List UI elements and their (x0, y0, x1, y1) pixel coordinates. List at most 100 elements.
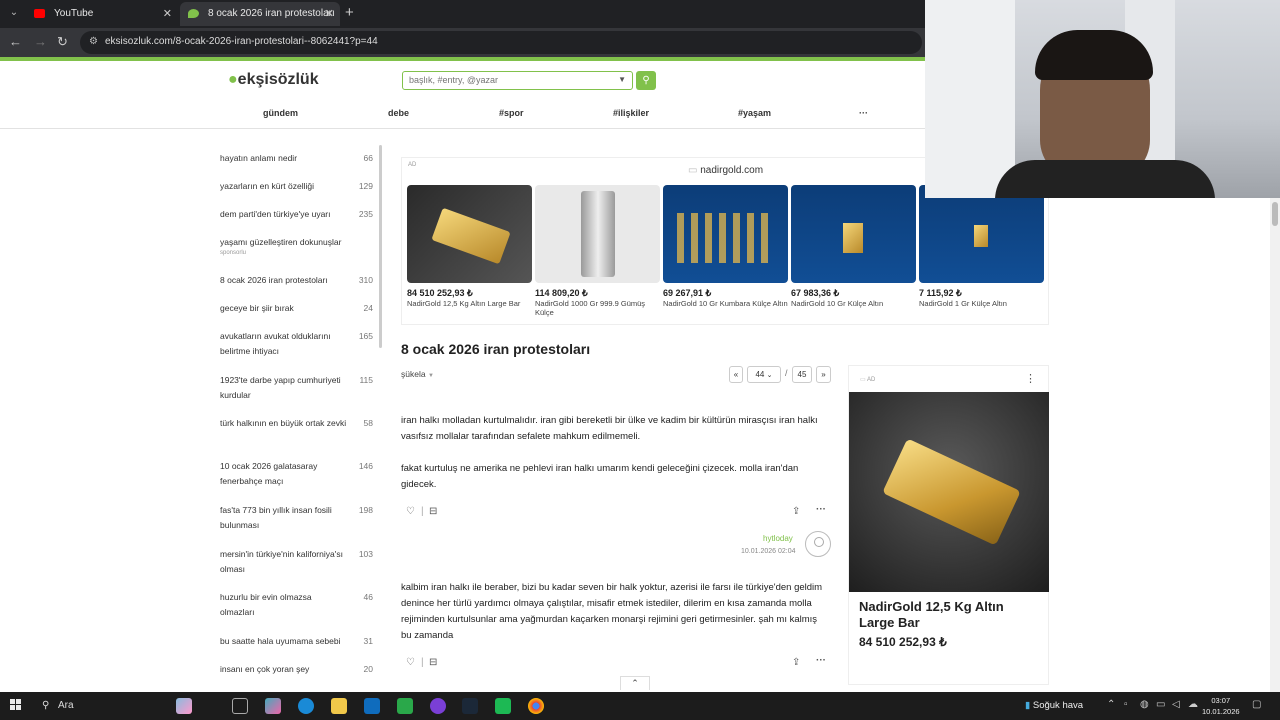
sidebar-item[interactable]: 8 ocak 2026 iran protestoları 310 (220, 273, 375, 288)
product-card[interactable]: 7 115,92 ₺ NadirGold 1 Gr Külçe Altın (919, 185, 1044, 308)
nav-gundem[interactable]: gündem (263, 108, 298, 118)
sidebar-item[interactable]: geceye bir şiir bırak 24 (220, 301, 375, 316)
more-vertical-icon[interactable]: ⋮ (1025, 372, 1036, 385)
search-button[interactable]: ⚲ (636, 71, 656, 90)
copilot-sparkle-icon[interactable] (176, 698, 192, 714)
sidebar-item-title: bu saatte hala uyumama sebebi (220, 636, 341, 646)
caret-down-icon[interactable]: ▼ (618, 75, 626, 84)
sidebar-item[interactable]: bu saatte hala uyumama sebebi 31 (220, 634, 375, 649)
sidebar-item[interactable]: avukatların avukat olduklarını belirtme … (220, 329, 375, 359)
tab-youtube[interactable]: YouTube ✕ (26, 2, 178, 26)
network-icon[interactable]: ◍ (1140, 699, 1149, 710)
sidebar-item[interactable]: 1923'te darbe yapıp cumhuriyeti kurdular… (220, 373, 375, 403)
discord-icon[interactable] (430, 698, 446, 714)
product-card[interactable]: 114 809,20 ₺ NadirGold 1000 Gr 999.9 Güm… (535, 185, 660, 317)
notification-icon[interactable]: ▢ (1252, 699, 1261, 710)
more-options-icon[interactable]: ··· (816, 504, 826, 515)
close-icon[interactable]: ✕ (325, 2, 334, 26)
search-input[interactable] (409, 75, 609, 85)
sidebar-item[interactable]: insanı en çok yoran şey 20 (220, 662, 375, 677)
sidebar-item[interactable]: yazarların en kürt özelliği 129 (220, 179, 375, 194)
sidebar-item[interactable]: mersin'in türkiye'nin kaliforniya'sı olm… (220, 547, 375, 577)
new-tab-plus-icon[interactable]: + (345, 4, 354, 21)
nav-iliskiler[interactable]: #ilişkiler (613, 108, 649, 118)
share-icon[interactable]: ⇪ (792, 506, 800, 517)
sidebar-item-count: 129 (358, 181, 373, 191)
site-info-icon[interactable]: ⚙ (89, 36, 98, 47)
chevron-up-icon[interactable]: ⌃ (1107, 699, 1115, 710)
outlook-icon[interactable] (364, 698, 380, 714)
reload-icon[interactable]: ↻ (57, 34, 68, 50)
chrome-icon[interactable] (528, 698, 544, 714)
sidebar-item-title: yazarların en kürt özelliği (220, 181, 315, 191)
more-options-icon[interactable]: ··· (816, 655, 826, 666)
product-card[interactable]: 67 983,36 ₺ NadirGold 10 Gr Külçe Altın (791, 185, 916, 308)
sidebar-scrollbar[interactable] (379, 145, 382, 348)
ad-sidebar[interactable]: ▭ AD ⋮ NadirGold 12,5 Kg Altın Large Bar… (848, 365, 1049, 685)
battery-icon[interactable]: ▭ (1156, 699, 1165, 710)
page-prev-button[interactable]: « (729, 366, 743, 383)
nav-spor[interactable]: #spor (499, 108, 524, 118)
ad-label: ▭ AD (860, 377, 876, 383)
copilot-icon[interactable] (265, 698, 281, 714)
ad-title[interactable]: NadirGold 12,5 Kg Altın Large Bar (859, 599, 1039, 631)
ad-brand[interactable]: ▭ nadirgold.com (688, 165, 763, 176)
favorite-heart-icon[interactable]: ♡ (406, 657, 415, 668)
sidebar-item-title: yaşamı güzelleştiren dokunuşlar (220, 237, 342, 247)
sidebar-item[interactable]: huzurlu bir evin olmazsa olmazları 46 (220, 590, 375, 620)
product-name: NadirGold 1000 Gr 999.9 Gümüş Külçe (535, 299, 646, 317)
page-scrollbar[interactable] (1270, 198, 1280, 692)
tab-list-chevron-icon[interactable]: ⌄ (6, 5, 22, 21)
weather-widget[interactable]: ▮ Soğuk hava (1025, 700, 1083, 711)
downvote-icon[interactable]: ⊟ (429, 506, 437, 517)
task-view-icon[interactable] (232, 698, 248, 714)
downvote-icon[interactable]: ⊟ (429, 657, 437, 668)
nav-yasam[interactable]: #yaşam (738, 108, 771, 118)
silver-bar-image (535, 185, 660, 283)
system-clock[interactable]: 03:07 10.01.2026 (1202, 695, 1240, 717)
sidebar-item[interactable]: dem parti'den türkiye'ye uyarı 235 (220, 207, 375, 222)
chevron-down-icon: ⌄ (766, 372, 773, 379)
topic-title[interactable]: 8 ocak 2026 iran protestoları (401, 341, 590, 357)
sidebar-item[interactable]: yaşamı güzelleştiren dokunuşlar sponsorlu (220, 235, 375, 257)
volume-icon[interactable]: ◁ (1172, 699, 1180, 710)
sponsored-label: sponsorlu (220, 250, 247, 256)
product-card[interactable]: 69 267,91 ₺ NadirGold 10 Gr Kumbara Külç… (663, 185, 788, 308)
steam-icon[interactable] (462, 698, 478, 714)
product-card[interactable]: 84 510 252,93 ₺ NadirGold 12,5 Kg Altın … (407, 185, 532, 308)
ad-label: AD (408, 162, 417, 168)
close-icon[interactable]: ✕ (163, 2, 172, 26)
entry-date[interactable]: 10.01.2026 02:04 (741, 548, 796, 555)
search-icon: ⚲ (642, 75, 650, 86)
nav-debe[interactable]: debe (388, 108, 409, 118)
sort-dropdown[interactable]: şükela ▼ (401, 369, 434, 379)
product-price: 7 115,92 ₺ (919, 288, 962, 298)
page-select[interactable]: 44 ⌄ (747, 366, 781, 383)
tab-eksisozluk[interactable]: 8 ocak 2026 iran protestoları - ✕ (180, 2, 340, 43)
share-icon[interactable]: ⇪ (792, 657, 800, 668)
sidebar-item[interactable]: türk halkının en büyük ortak zevki 58 (220, 416, 375, 431)
nav-more-icon[interactable]: ··· (859, 108, 868, 118)
onedrive-icon[interactable]: ☁ (1188, 699, 1198, 710)
favorite-heart-icon[interactable]: ♡ (406, 506, 415, 517)
page-next-button[interactable]: » (816, 366, 831, 383)
drop-icon: ● (228, 71, 238, 88)
edge-icon[interactable] (298, 698, 314, 714)
scroll-to-top-chevron-icon[interactable]: ⌃ (620, 676, 650, 690)
site-logo[interactable]: ●ekşisözlük (228, 71, 319, 89)
file-explorer-icon[interactable] (331, 698, 347, 714)
sidebar-item[interactable]: hayatın anlamı nedir 66 (220, 151, 375, 166)
scrollbar-thumb[interactable] (1272, 202, 1278, 226)
page-total-button[interactable]: 45 (792, 366, 812, 383)
store-icon[interactable] (397, 698, 413, 714)
sidebar-item[interactable]: fas'ta 773 bin yıllık insan fosili bulun… (220, 503, 375, 533)
app-icon[interactable] (495, 698, 511, 714)
tray-app-icon[interactable]: ▫ (1124, 699, 1128, 710)
url-field[interactable]: ⚙ eksisozluk.com/8-ocak-2026-iran-protes… (80, 31, 922, 54)
site-header: ●ekşisözlük ▼ ⚲ gündem debe #spor #ilişk… (0, 61, 925, 129)
windows-start-icon[interactable] (10, 699, 22, 711)
author-avatar[interactable] (805, 531, 831, 557)
forward-arrow-icon[interactable]: → (34, 34, 47, 49)
sidebar-item[interactable]: 10 ocak 2026 galatasaray fenerbahçe maçı… (220, 459, 375, 489)
back-arrow-icon[interactable]: ← (9, 34, 22, 49)
